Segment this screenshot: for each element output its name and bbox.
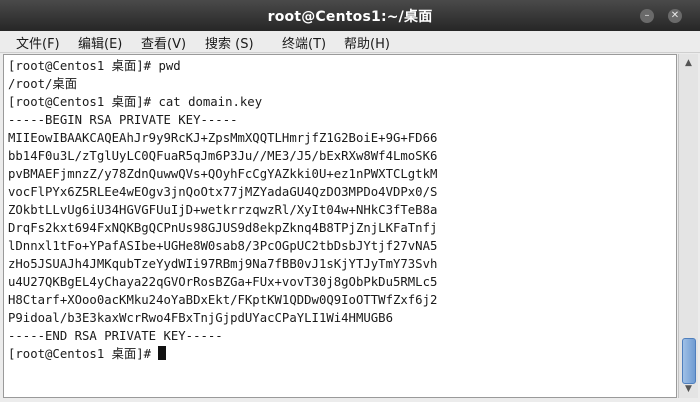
terminal-output[interactable]: [root@Centos1 桌面]# pwd /root/桌面 [root@Ce… (3, 54, 677, 398)
terminal-line: ZOkbtLLvUg6iU34HGVGFUuIjD+wetkrrzqwzRl/X… (8, 203, 438, 217)
title-bar[interactable]: root@Centos1:~/桌面 – ✕ (0, 0, 700, 31)
menu-help[interactable]: 帮助(H) (344, 33, 390, 52)
terminal-line: /root/桌面 (8, 77, 78, 91)
menu-file[interactable]: 文件(F) (16, 33, 60, 52)
terminal-line: bb14F0u3L/zTglUyLC0QFuaR5qJm6P3Ju//ME3/J… (8, 149, 438, 163)
vertical-scrollbar[interactable]: ▲ ▼ (678, 54, 698, 398)
terminal-line: lDnnxl1tFo+YPafASIbe+UGHe8W0sab8/3PcOGpU… (8, 239, 438, 253)
terminal-prompt: [root@Centos1 桌面]# (8, 347, 159, 361)
menu-edit[interactable]: 编辑(E) (78, 33, 122, 52)
scrollbar-thumb[interactable] (682, 338, 696, 384)
menu-bar: 文件(F) 编辑(E) 查看(V) 搜索 (S) 终端(T) 帮助(H) (0, 31, 700, 53)
terminal-line: H8Ctarf+XOoo0acKMku24oYaBDxEkt/FKptKW1QD… (8, 293, 438, 307)
terminal-line: vocFlPYx6Z5RLEe4wEOgv3jnQoOtx77jMZYadaGU… (8, 185, 438, 199)
terminal-line: -----END RSA PRIVATE KEY----- (8, 329, 223, 343)
terminal-window: root@Centos1:~/桌面 – ✕ 文件(F) 编辑(E) 查看(V) … (0, 0, 700, 402)
close-icon[interactable]: ✕ (668, 9, 682, 23)
terminal-line: MIIEowIBAAKCAQEAhJr9y9RcKJ+ZpsMmXQQTLHmr… (8, 131, 438, 145)
terminal-line: [root@Centos1 桌面]# cat domain.key (8, 95, 263, 109)
text-cursor (158, 346, 167, 360)
terminal-line: zHo5JSUAJh4JMKqubTzeYydWIi97RBmj9Na7fBB0… (8, 257, 438, 271)
minimize-icon[interactable]: – (640, 9, 654, 23)
window-title: root@Centos1:~/桌面 (267, 9, 433, 25)
terminal-line: -----BEGIN RSA PRIVATE KEY----- (8, 113, 238, 127)
menu-view[interactable]: 查看(V) (141, 33, 186, 52)
menu-terminal[interactable]: 终端(T) (282, 33, 326, 52)
terminal-line: [root@Centos1 桌面]# pwd (8, 59, 181, 73)
terminal-prompt-line: [root@Centos1 桌面]# (8, 345, 167, 363)
terminal-line: pvBMAEFjmnzZ/y78ZdnQuwwQVs+QOyhFcCgYAZkk… (8, 167, 438, 181)
scroll-up-arrow-icon[interactable]: ▲ (679, 55, 698, 71)
terminal-line: P9idoal/b3E3kaxWcrRwo4FBxTnjGjpdUYacCPaY… (8, 311, 393, 325)
menu-search[interactable]: 搜索 (S) (205, 33, 254, 52)
terminal-line: DrqFs2kxt694FxNQKBgQCPnUs98GJUS9d8ekpZkn… (8, 221, 438, 235)
terminal-line: u4U27QKBgEL4yChaya22qGVOrRosBZGa+FUx+vov… (8, 275, 438, 289)
scroll-down-arrow-icon[interactable]: ▼ (679, 381, 698, 397)
